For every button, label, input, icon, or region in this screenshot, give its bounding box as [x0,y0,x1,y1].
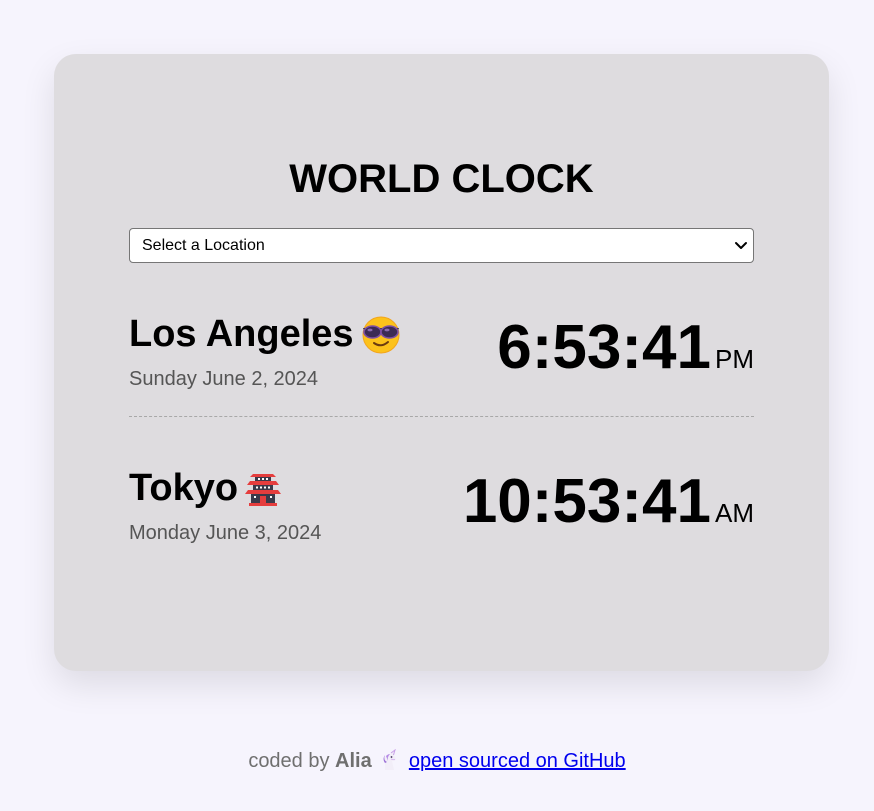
time-value: 6:53:41 [497,313,711,382]
divider [129,416,754,417]
city-date: Sunday June 2, 2024 [129,368,319,390]
page-title: WORLD CLOCK [289,157,594,201]
time-value: 10:53:41 [462,467,711,536]
japanese-castle-icon [245,474,282,506]
city-time: 10:53:41 AM [463,466,754,538]
smiling-face-with-sunglasses-icon [362,316,400,354]
time-period: PM [715,344,754,374]
time-period: AM [715,498,754,528]
city-name: Los Angeles [129,313,354,355]
city-date: Monday June 3, 2024 [129,522,322,544]
city-name: Tokyo [129,467,239,509]
location-select[interactable]: Select a Location [129,228,754,263]
chevron-down-icon [735,242,747,249]
coded-by-text: coded by [248,750,330,772]
author-name: Alia [335,750,372,772]
location-select-value: Select a Location [142,236,265,254]
unicorn-icon [383,749,397,770]
clock-card: WORLD CLOCK Select a Location Los Angele… [54,54,829,671]
city-name-heading: Tokyo [129,466,284,510]
city-name-heading: Los Angeles [129,312,402,356]
footer: coded by Alia open sourced on GitHub [0,749,874,773]
github-link[interactable]: open sourced on GitHub [409,750,626,772]
city-time: 6:53:41 PM [497,312,754,384]
